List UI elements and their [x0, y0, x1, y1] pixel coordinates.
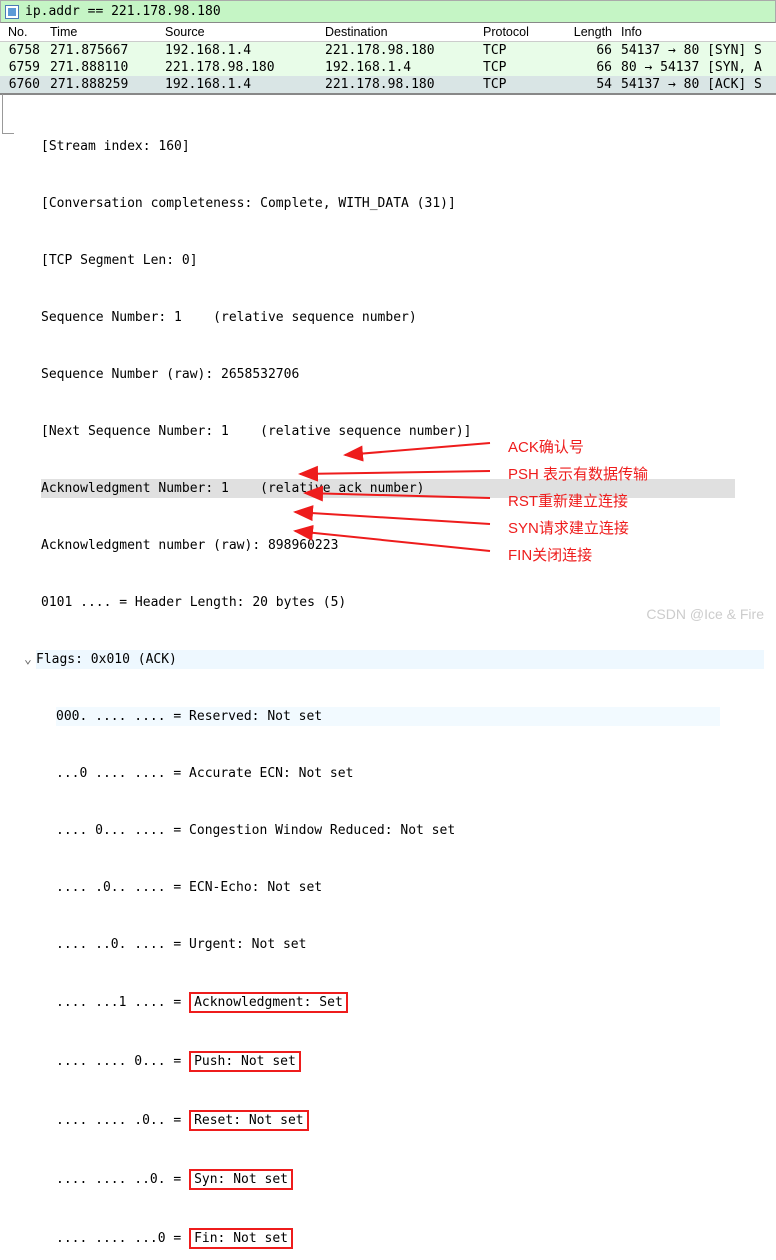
col-header-source[interactable]: Source: [165, 25, 325, 39]
display-filter-input[interactable]: [23, 3, 323, 20]
flag-syn[interactable]: .... .... ..0. = Syn: Not set: [0, 1169, 776, 1190]
col-header-info[interactable]: Info: [617, 25, 776, 39]
flag-reset-prefix: .... .... .0.. =: [56, 1113, 189, 1128]
annotation-ack: ACK确认号: [508, 434, 648, 461]
cell-len: 66: [562, 43, 617, 58]
flag-fin-prefix: .... .... ...0 =: [56, 1231, 189, 1246]
field-next-seq[interactable]: [Next Sequence Number: 1 (relative seque…: [0, 422, 776, 441]
cell-no: 6758: [0, 43, 50, 58]
col-header-protocol[interactable]: Protocol: [483, 25, 562, 39]
chevron-down-icon[interactable]: ⌄: [24, 650, 36, 669]
bookmark-icon: [5, 5, 19, 19]
cell-dst: 192.168.1.4: [325, 60, 483, 75]
cell-proto: TCP: [483, 60, 562, 75]
cell-dst: 221.178.98.180: [325, 43, 483, 58]
flag-ecn-echo[interactable]: .... .0.. .... = ECN-Echo: Not set: [0, 878, 776, 897]
col-header-no[interactable]: No.: [0, 25, 50, 39]
flag-syn-prefix: .... .... ..0. =: [56, 1172, 189, 1187]
col-header-length[interactable]: Length: [562, 25, 617, 39]
annotation-rst: RST重新建立连接: [508, 488, 648, 515]
flag-ack[interactable]: .... ...1 .... = Acknowledgment: Set: [0, 992, 776, 1013]
flag-reset[interactable]: .... .... .0.. = Reset: Not set: [0, 1110, 776, 1131]
cell-dst: 221.178.98.180: [325, 77, 483, 92]
flag-cwr[interactable]: .... 0... .... = Congestion Window Reduc…: [0, 821, 776, 840]
annotation-syn: SYN请求建立连接: [508, 515, 648, 542]
field-seq-relative[interactable]: Sequence Number: 1 (relative sequence nu…: [0, 308, 776, 327]
cell-src: 192.168.1.4: [165, 43, 325, 58]
cell-proto: TCP: [483, 77, 562, 92]
flag-fin-box: Fin: Not set: [189, 1228, 293, 1249]
flag-push-prefix: .... .... 0... =: [56, 1054, 189, 1069]
field-conversation-completeness[interactable]: [Conversation completeness: Complete, WI…: [0, 194, 776, 213]
annotation-fin: FIN关闭连接: [508, 542, 648, 569]
cell-time: 271.888110: [50, 60, 165, 75]
flag-urgent[interactable]: .... ..0. .... = Urgent: Not set: [0, 935, 776, 954]
flag-fin[interactable]: .... .... ...0 = Fin: Not set: [0, 1228, 776, 1249]
packet-row[interactable]: 6758 271.875667 192.168.1.4 221.178.98.1…: [0, 42, 776, 59]
flag-ack-box: Acknowledgment: Set: [189, 992, 348, 1013]
flag-push[interactable]: .... .... 0... = Push: Not set: [0, 1051, 776, 1072]
flag-push-box: Push: Not set: [189, 1051, 301, 1072]
cell-proto: TCP: [483, 43, 562, 58]
packet-list-header: No. Time Source Destination Protocol Len…: [0, 23, 776, 42]
flag-reserved[interactable]: 000. .... .... = Reserved: Not set: [0, 707, 776, 726]
watermark: CSDN @Ice & Fire: [646, 606, 764, 622]
field-tcp-segment-len[interactable]: [TCP Segment Len: 0]: [0, 251, 776, 270]
flag-syn-box: Syn: Not set: [189, 1169, 293, 1190]
field-ack-raw[interactable]: Acknowledgment number (raw): 898960223: [0, 536, 776, 555]
annotation-psh: PSH 表示有数据传输: [508, 461, 648, 488]
packet-detail-tree: [Stream index: 160] [Conversation comple…: [0, 93, 776, 1260]
cell-len: 66: [562, 60, 617, 75]
cell-len: 54: [562, 77, 617, 92]
cell-time: 271.875667: [50, 43, 165, 58]
annotation-labels: ACK确认号 PSH 表示有数据传输 RST重新建立连接 SYN请求建立连接 F…: [500, 434, 648, 569]
flag-ack-prefix: .... ...1 .... =: [56, 995, 189, 1010]
cell-info: 54137 → 80 [ACK] S: [617, 77, 776, 92]
cell-no: 6760: [0, 77, 50, 92]
cell-info: 54137 → 80 [SYN] S: [617, 43, 776, 58]
flag-reset-box: Reset: Not set: [189, 1110, 309, 1131]
flags-expander[interactable]: ⌄Flags: 0x010 (ACK): [0, 650, 776, 669]
packet-list: 6758 271.875667 192.168.1.4 221.178.98.1…: [0, 42, 776, 93]
field-ack-relative[interactable]: Acknowledgment Number: 1 (relative ack n…: [0, 479, 776, 498]
packet-row[interactable]: 6760 271.888259 192.168.1.4 221.178.98.1…: [0, 76, 776, 93]
related-packet-marker: [2, 94, 14, 134]
cell-src: 192.168.1.4: [165, 77, 325, 92]
col-header-time[interactable]: Time: [50, 25, 165, 39]
packet-row[interactable]: 6759 271.888110 221.178.98.180 192.168.1…: [0, 59, 776, 76]
cell-time: 271.888259: [50, 77, 165, 92]
flag-accurate-ecn[interactable]: ...0 .... .... = Accurate ECN: Not set: [0, 764, 776, 783]
cell-info: 80 → 54137 [SYN, A: [617, 60, 776, 75]
cell-src: 221.178.98.180: [165, 60, 325, 75]
display-filter-bar[interactable]: [0, 0, 776, 23]
field-stream-index[interactable]: [Stream index: 160]: [0, 137, 776, 156]
field-seq-raw[interactable]: Sequence Number (raw): 2658532706: [0, 365, 776, 384]
col-header-destination[interactable]: Destination: [325, 25, 483, 39]
cell-no: 6759: [0, 60, 50, 75]
